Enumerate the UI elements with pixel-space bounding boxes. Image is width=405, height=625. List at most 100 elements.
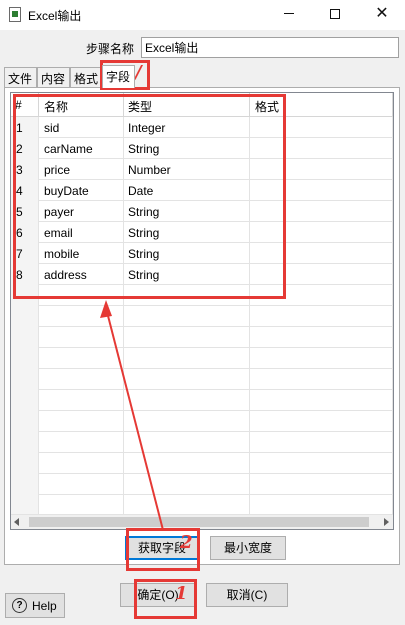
minimize-button[interactable] — [266, 0, 312, 30]
title-bar: Excel输出 ✕ — [0, 0, 405, 30]
row-number: 1 — [11, 117, 39, 138]
field-type-cell[interactable]: Number — [124, 159, 250, 180]
window-title: Excel输出 — [28, 9, 82, 23]
fields-table[interactable]: # 名称 类型 格式 1 sid Integer 2 carName Strin… — [10, 92, 394, 530]
field-name-cell[interactable]: sid — [39, 117, 124, 138]
table-row[interactable]: 6 email String — [11, 222, 393, 243]
close-icon: ✕ — [375, 5, 389, 22]
empty-cell — [124, 348, 250, 369]
row-number — [11, 285, 39, 306]
empty-row — [11, 432, 393, 453]
empty-cell — [39, 327, 124, 348]
empty-cell — [124, 432, 250, 453]
field-format-cell[interactable] — [250, 264, 393, 285]
row-number — [11, 495, 39, 516]
row-number: 6 — [11, 222, 39, 243]
empty-cell — [39, 453, 124, 474]
row-number: 4 — [11, 180, 39, 201]
field-type-cell[interactable]: Integer — [124, 117, 250, 138]
row-number — [11, 327, 39, 348]
empty-cell — [39, 348, 124, 369]
field-type-cell[interactable]: String — [124, 222, 250, 243]
field-name-cell[interactable]: carName — [39, 138, 124, 159]
empty-row — [11, 285, 393, 306]
column-header-format[interactable]: 格式 — [250, 93, 393, 117]
table-row[interactable]: 2 carName String — [11, 138, 393, 159]
field-name-cell[interactable]: email — [39, 222, 124, 243]
empty-cell — [250, 495, 393, 516]
empty-cell — [124, 390, 250, 411]
field-format-cell[interactable] — [250, 243, 393, 264]
scroll-left-icon[interactable] — [14, 518, 19, 526]
table-row[interactable]: 7 mobile String — [11, 243, 393, 264]
tab-file[interactable]: 文件 — [4, 67, 37, 87]
tab-format[interactable]: 格式 — [70, 67, 102, 87]
empty-row — [11, 348, 393, 369]
field-format-cell[interactable] — [250, 159, 393, 180]
empty-row — [11, 453, 393, 474]
field-name-cell[interactable]: address — [39, 264, 124, 285]
table-row[interactable]: 1 sid Integer — [11, 117, 393, 138]
empty-cell — [124, 285, 250, 306]
column-header-name[interactable]: 名称 — [39, 93, 124, 117]
row-number — [11, 474, 39, 495]
field-type-cell[interactable]: String — [124, 138, 250, 159]
table-row[interactable]: 5 payer String — [11, 201, 393, 222]
field-type-cell[interactable]: String — [124, 243, 250, 264]
empty-cell — [39, 411, 124, 432]
step-name-input[interactable] — [141, 37, 399, 58]
field-format-cell[interactable] — [250, 201, 393, 222]
field-name-cell[interactable]: buyDate — [39, 180, 124, 201]
row-number — [11, 453, 39, 474]
field-format-cell[interactable] — [250, 180, 393, 201]
table-row[interactable]: 3 price Number — [11, 159, 393, 180]
empty-cell — [124, 453, 250, 474]
empty-cell — [39, 495, 124, 516]
empty-cell — [250, 390, 393, 411]
field-name-cell[interactable]: mobile — [39, 243, 124, 264]
empty-cell — [250, 285, 393, 306]
field-type-cell[interactable]: Date — [124, 180, 250, 201]
annotation-tab-mark: / — [135, 62, 142, 83]
field-format-cell[interactable] — [250, 117, 393, 138]
scroll-right-icon[interactable] — [384, 518, 389, 526]
row-number — [11, 432, 39, 453]
cancel-button[interactable]: 取消(C) — [206, 583, 288, 607]
empty-cell — [250, 306, 393, 327]
empty-row — [11, 411, 393, 432]
column-header-number[interactable]: # — [11, 93, 39, 117]
tab-content[interactable]: 内容 — [37, 67, 70, 87]
empty-row — [11, 306, 393, 327]
field-format-cell[interactable] — [250, 138, 393, 159]
empty-cell — [250, 411, 393, 432]
empty-cell — [124, 306, 250, 327]
maximize-button[interactable] — [312, 0, 358, 30]
row-number — [11, 348, 39, 369]
scrollbar-thumb[interactable] — [29, 517, 369, 527]
help-icon: ? — [12, 598, 27, 613]
help-button[interactable]: ? Help — [5, 593, 65, 618]
empty-row — [11, 369, 393, 390]
empty-cell — [39, 432, 124, 453]
help-label: Help — [32, 599, 57, 613]
step-name-label: 步骤名称 — [86, 42, 135, 56]
empty-cell — [250, 474, 393, 495]
field-name-cell[interactable]: price — [39, 159, 124, 180]
empty-cell — [124, 327, 250, 348]
field-type-cell[interactable]: String — [124, 201, 250, 222]
row-number — [11, 390, 39, 411]
field-name-cell[interactable]: payer — [39, 201, 124, 222]
horizontal-scrollbar[interactable] — [11, 514, 393, 529]
table-row[interactable]: 8 address String — [11, 264, 393, 285]
field-format-cell[interactable] — [250, 222, 393, 243]
min-width-button[interactable]: 最小宽度 — [210, 536, 286, 560]
empty-cell — [250, 327, 393, 348]
table-row[interactable]: 4 buyDate Date — [11, 180, 393, 201]
row-number: 3 — [11, 159, 39, 180]
empty-row — [11, 495, 393, 516]
tab-fields[interactable]: 字段 — [102, 65, 135, 88]
excel-output-icon — [9, 7, 21, 22]
close-button[interactable]: ✕ — [359, 0, 405, 30]
column-header-type[interactable]: 类型 — [124, 93, 250, 117]
field-type-cell[interactable]: String — [124, 264, 250, 285]
